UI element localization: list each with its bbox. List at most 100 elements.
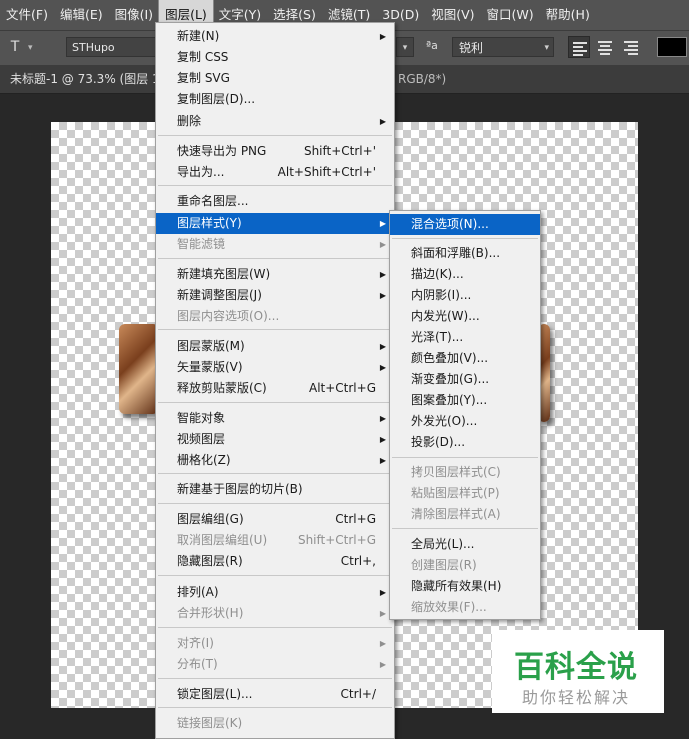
anti-alias-icon: ªa [426,39,438,52]
tool-preset-arrow-icon[interactable]: ▾ [28,43,33,53]
layer-menu-item[interactable]: 图层样式(Y) ▶ [156,213,394,234]
font-size-dropdown[interactable]: ▾ [396,37,414,57]
menu-item-label: 合并形状(H) [177,606,244,620]
style-menu-item: 缩放效果(F)... [390,597,540,618]
style-menu-item[interactable]: 外发光(O)... [390,411,540,432]
layer-menu-item[interactable]: 删除 ▶ [156,111,394,132]
menu-item-label: 视频图层 [177,432,226,446]
style-menu-item[interactable]: 描边(K)... [390,264,540,285]
chevron-down-icon: ▾ [544,43,549,53]
style-menu-item[interactable]: 混合选项(N)... [390,214,540,235]
menu-item-label: 复制图层(D)... [177,92,256,106]
submenu-arrow-icon: ▶ [379,363,386,372]
menu-item-label: 外发光(O)... [411,414,478,428]
style-menu-item[interactable]: 投影(D)... [390,432,540,453]
menu-item-label: 复制 SVG [177,71,230,85]
layer-menu-item[interactable]: 矢量蒙版(V) ▶ [156,357,394,378]
style-menu-item[interactable]: 渐变叠加(G)... [390,369,540,390]
type-tool-icon[interactable]: T [6,38,24,56]
submenu-arrow-icon: ▶ [379,291,386,300]
menu-item-label: 新建基于图层的切片(B) [177,482,303,496]
layer-menu-item[interactable]: 释放剪贴蒙版(C) Alt+Ctrl+G [156,378,394,399]
style-menu-item: 拷贝图层样式(C) [390,462,540,483]
style-menu-item[interactable]: 图案叠加(Y)... [390,390,540,411]
layer-menu-item: 取消图层编组(U) Shift+Ctrl+G [156,530,394,551]
style-menu-item: 清除图层样式(A) [390,504,540,525]
layer-menu-item[interactable]: 锁定图层(L)... Ctrl+/ [156,684,394,705]
menubar-item[interactable]: 视图(V) [425,0,480,30]
layer-menu-item: 链接图层(K) [156,713,394,734]
submenu-arrow-icon: ▶ [379,588,386,597]
menu-separator [158,707,392,708]
menubar-item[interactable]: 窗口(W) [481,0,540,30]
menubar-item[interactable]: 文件(F) [0,0,54,30]
menu-separator [392,528,538,529]
menu-item-label: 颜色叠加(V)... [411,351,489,365]
menu-item-label: 矢量蒙版(V) [177,360,243,374]
menubar-item[interactable]: 编辑(E) [54,0,109,30]
layer-menu-item[interactable]: 智能对象 ▶ [156,408,394,429]
menu-item-shortcut: Ctrl+G [335,512,376,526]
align-center-button[interactable] [594,36,616,58]
style-menu-item[interactable]: 斜面和浮雕(B)... [390,243,540,264]
menu-separator [158,678,392,679]
layer-menu-item[interactable]: 快速导出为 PNG Shift+Ctrl+' [156,141,394,162]
layer-menu-item[interactable]: 排列(A) ▶ [156,582,394,603]
menu-item-label: 粘贴图层样式(P) [411,486,500,500]
menu-item-shortcut: Shift+Ctrl+' [303,144,376,158]
document-tab-mode: RGB/8*) [398,72,447,86]
submenu-arrow-icon: ▶ [379,456,386,465]
layer-menu-item[interactable]: 隐藏图层(R) Ctrl+, [156,551,394,572]
style-menu-item[interactable]: 内阴影(I)... [390,285,540,306]
layer-menu-item[interactable]: 重命名图层... [156,191,394,212]
font-family-field[interactable]: STHupo [66,37,156,57]
layer-menu-item[interactable]: 复制图层(D)... [156,89,394,110]
align-left-button[interactable] [568,36,590,58]
submenu-arrow-icon: ▶ [379,609,386,618]
menu-separator [392,457,538,458]
style-menu-item[interactable]: 光泽(T)... [390,327,540,348]
layer-artwork-left [119,324,159,414]
layer-menu-item: 合并形状(H) ▶ [156,603,394,624]
submenu-arrow-icon: ▶ [379,342,386,351]
text-color-swatch[interactable] [657,37,687,57]
align-right-button[interactable] [620,36,642,58]
layer-menu: 新建(N) ▶ 复制 CSS 复制 SVG 复制图层(D)... 删除 ▶ 快速导出为 PNG… [155,22,395,739]
layer-menu-item[interactable]: 图层蒙版(M) ▶ [156,336,394,357]
menu-item-label: 混合选项(N)... [411,217,489,231]
menu-item-label: 新建调整图层(J) [177,288,262,302]
submenu-arrow-icon: ▶ [379,435,386,444]
layer-menu-item[interactable]: 视频图层 ▶ [156,429,394,450]
menubar-item[interactable]: 帮助(H) [540,0,596,30]
menu-item-label: 图层内容选项(O)... [177,309,280,323]
style-menu-item[interactable]: 内发光(W)... [390,306,540,327]
layer-menu-item[interactable]: 新建基于图层的切片(B) [156,479,394,500]
menu-item-label: 隐藏所有效果(H) [411,579,502,593]
style-menu-item[interactable]: 全局光(L)... [390,534,540,555]
menu-separator [158,185,392,186]
layer-menu-item[interactable]: 复制 CSS [156,47,394,68]
layer-menu-item[interactable]: 图层编组(G) Ctrl+G [156,509,394,530]
layer-menu-item[interactable]: 新建(N) ▶ [156,26,394,47]
menu-item-label: 新建(N) [177,29,220,43]
menu-separator [158,575,392,576]
layer-menu-item[interactable]: 导出为... Alt+Shift+Ctrl+' [156,162,394,183]
menu-item-label: 删除 [177,114,202,128]
menu-item-label: 导出为... [177,165,225,179]
anti-alias-value: 锐利 [459,41,484,55]
style-menu-item[interactable]: 隐藏所有效果(H) [390,576,540,597]
layer-menu-item[interactable]: 复制 SVG [156,68,394,89]
menu-item-label: 缩放效果(F)... [411,600,487,614]
layer-menu-item[interactable]: 新建调整图层(J) ▶ [156,285,394,306]
submenu-arrow-icon: ▶ [379,639,386,648]
menu-item-label: 全局光(L)... [411,537,475,551]
layer-menu-item: 智能滤镜 ▶ [156,234,394,255]
style-menu-item[interactable]: 颜色叠加(V)... [390,348,540,369]
menu-item-label: 复制 CSS [177,50,229,64]
layer-menu-item[interactable]: 栅格化(Z) ▶ [156,450,394,471]
anti-alias-dropdown[interactable]: 锐利 ▾ [452,37,554,57]
menu-item-label: 清除图层样式(A) [411,507,501,521]
menubar-item[interactable]: 图像(I) [109,0,159,30]
document-tab[interactable]: 未标题-1 @ 73.3% (图层 1 [0,65,160,93]
layer-menu-item[interactable]: 新建填充图层(W) ▶ [156,264,394,285]
